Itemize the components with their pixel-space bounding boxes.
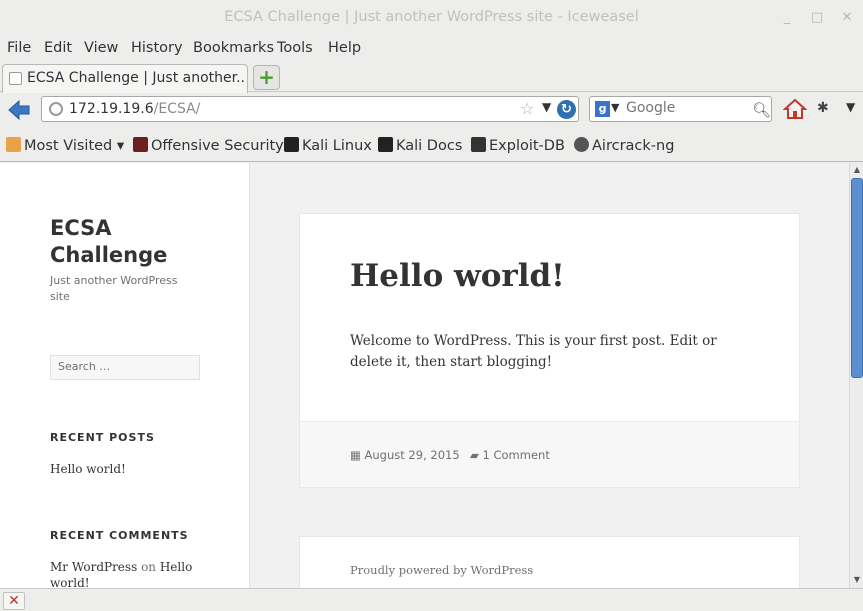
scrollbar-thumb[interactable] [851,178,863,378]
post-article: Hello world! Welcome to WordPress. This … [299,213,800,488]
page-icon [9,72,22,85]
close-findbar-icon[interactable]: ✕ [3,592,25,610]
tab-bar: ECSA Challenge | Just another... + [0,62,863,93]
bookmark-offensive-security[interactable]: Offensive Security [133,137,284,154]
comment-icon: ▰ [470,448,479,462]
scroll-down-icon[interactable]: ▼ [851,574,863,586]
menu-edit[interactable]: Edit [44,40,72,56]
bookmark-label: Kali Docs [396,138,463,154]
reload-icon[interactable]: ↻ [557,100,576,119]
site-footer: Proudly powered by WordPress [299,536,800,588]
scroll-up-icon[interactable]: ▲ [851,164,863,176]
bookmark-label: Kali Linux [302,138,372,154]
aircrack-icon [574,137,589,152]
home-icon[interactable] [783,97,807,121]
menu-help[interactable]: Help [328,40,361,56]
tab-active[interactable]: ECSA Challenge | Just another... [2,64,248,93]
post-body: Welcome to WordPress. This is your first… [350,333,717,370]
folder-icon [6,137,21,152]
window-titlebar: ECSA Challenge | Just another WordPress … [0,0,863,36]
globe-icon [49,102,63,116]
site-description: Just another WordPress site [50,274,178,303]
vertical-scrollbar[interactable]: ▲ ▼ [849,163,863,588]
powered-by-link[interactable]: Proudly powered by WordPress [350,563,533,577]
back-arrow-icon[interactable] [7,98,31,122]
search-bar[interactable]: g ▼ 🔍︎ [589,96,772,122]
recent-post-link[interactable]: Hello world! [50,461,200,477]
comment-on-text: on [141,560,157,574]
bookmark-label: Offensive Security [151,138,284,154]
url-path: /ECSA/ [153,101,201,117]
navigation-bar: 172.19.19.6/ECSA/ ☆ ▼ ↻ g ▼ 🔍︎ ✱ ▼ [0,93,863,129]
post-comments-text: 1 Comment [482,448,550,462]
kali-icon [284,137,299,152]
maximize-icon[interactable]: □ [806,7,828,29]
minimize-icon[interactable]: _ [776,7,798,29]
post-footer: ▦ August 29, 2015 ▰ 1 Comment [300,421,799,487]
bookmark-kali-docs[interactable]: Kali Docs [378,137,462,154]
menu-tools[interactable]: Tools [277,40,313,56]
post-comments-link[interactable]: ▰ 1 Comment [470,448,550,462]
offsec-icon [133,137,148,152]
bookmark-kali-linux[interactable]: Kali Linux [284,137,372,154]
url-host: 172.19.19.6 [69,101,154,117]
kali-icon [378,137,393,152]
bookmark-label: Aircrack-ng [592,138,675,154]
site-title[interactable]: ECSA Challenge [50,215,210,269]
bookmarks-bar: Most Visited ▾ Offensive Security Kali L… [0,131,863,162]
search-input[interactable] [626,100,746,116]
site-search-input[interactable]: Search … [50,355,200,380]
chevron-down-icon[interactable]: ▼ [542,100,551,114]
bookmark-most-visited[interactable]: Most Visited ▾ [6,137,124,154]
plus-icon: + [258,65,275,89]
menu-bookmarks[interactable]: Bookmarks [193,40,274,56]
bookmark-label: Exploit-DB [489,138,565,154]
search-engine-dropdown-icon[interactable]: ▼ [611,101,619,114]
window-title: ECSA Challenge | Just another WordPress … [224,9,639,25]
new-tab-button[interactable]: + [253,65,280,90]
addon-icon[interactable]: ✱ [817,100,829,116]
recent-comments-heading: RECENT COMMENTS [50,529,189,542]
post-date-text: August 29, 2015 [364,448,460,462]
post-date[interactable]: ▦ August 29, 2015 [350,448,460,462]
bookmark-aircrack-ng[interactable]: Aircrack-ng [574,137,674,154]
menu-view[interactable]: View [84,40,118,56]
google-icon[interactable]: g [595,101,610,117]
comment-author-link[interactable]: Mr WordPress [50,560,137,574]
menu-chevron-icon[interactable]: ▼ [846,100,855,114]
site-sidebar: ECSA Challenge Just another WordPress si… [0,163,250,588]
recent-posts-heading: RECENT POSTS [50,431,155,444]
menu-file[interactable]: File [7,40,31,56]
menu-history[interactable]: History [131,40,183,56]
close-window-icon[interactable]: ✕ [836,7,858,29]
calendar-icon: ▦ [350,448,361,462]
exploit-db-icon [471,137,486,152]
url-bar[interactable]: 172.19.19.6/ECSA/ ☆ ▼ ↻ [41,96,579,122]
recent-comment-item: Mr WordPress on Hello world! [50,559,200,588]
tab-label: ECSA Challenge | Just another... [27,70,245,86]
url-text[interactable]: 172.19.19.6/ECSA/ [69,101,200,117]
search-icon[interactable]: 🔍︎ [752,101,771,119]
post-title[interactable]: Hello world! [350,258,565,294]
bookmark-label: Most Visited [24,138,113,154]
bookmark-exploit-db[interactable]: Exploit-DB [471,137,565,154]
status-bar: ✕ [0,588,863,611]
page-content: ECSA Challenge Just another WordPress si… [0,163,849,588]
bookmark-star-icon[interactable]: ☆ [520,99,534,118]
menu-bar: File Edit View History Bookmarks Tools H… [0,36,863,62]
